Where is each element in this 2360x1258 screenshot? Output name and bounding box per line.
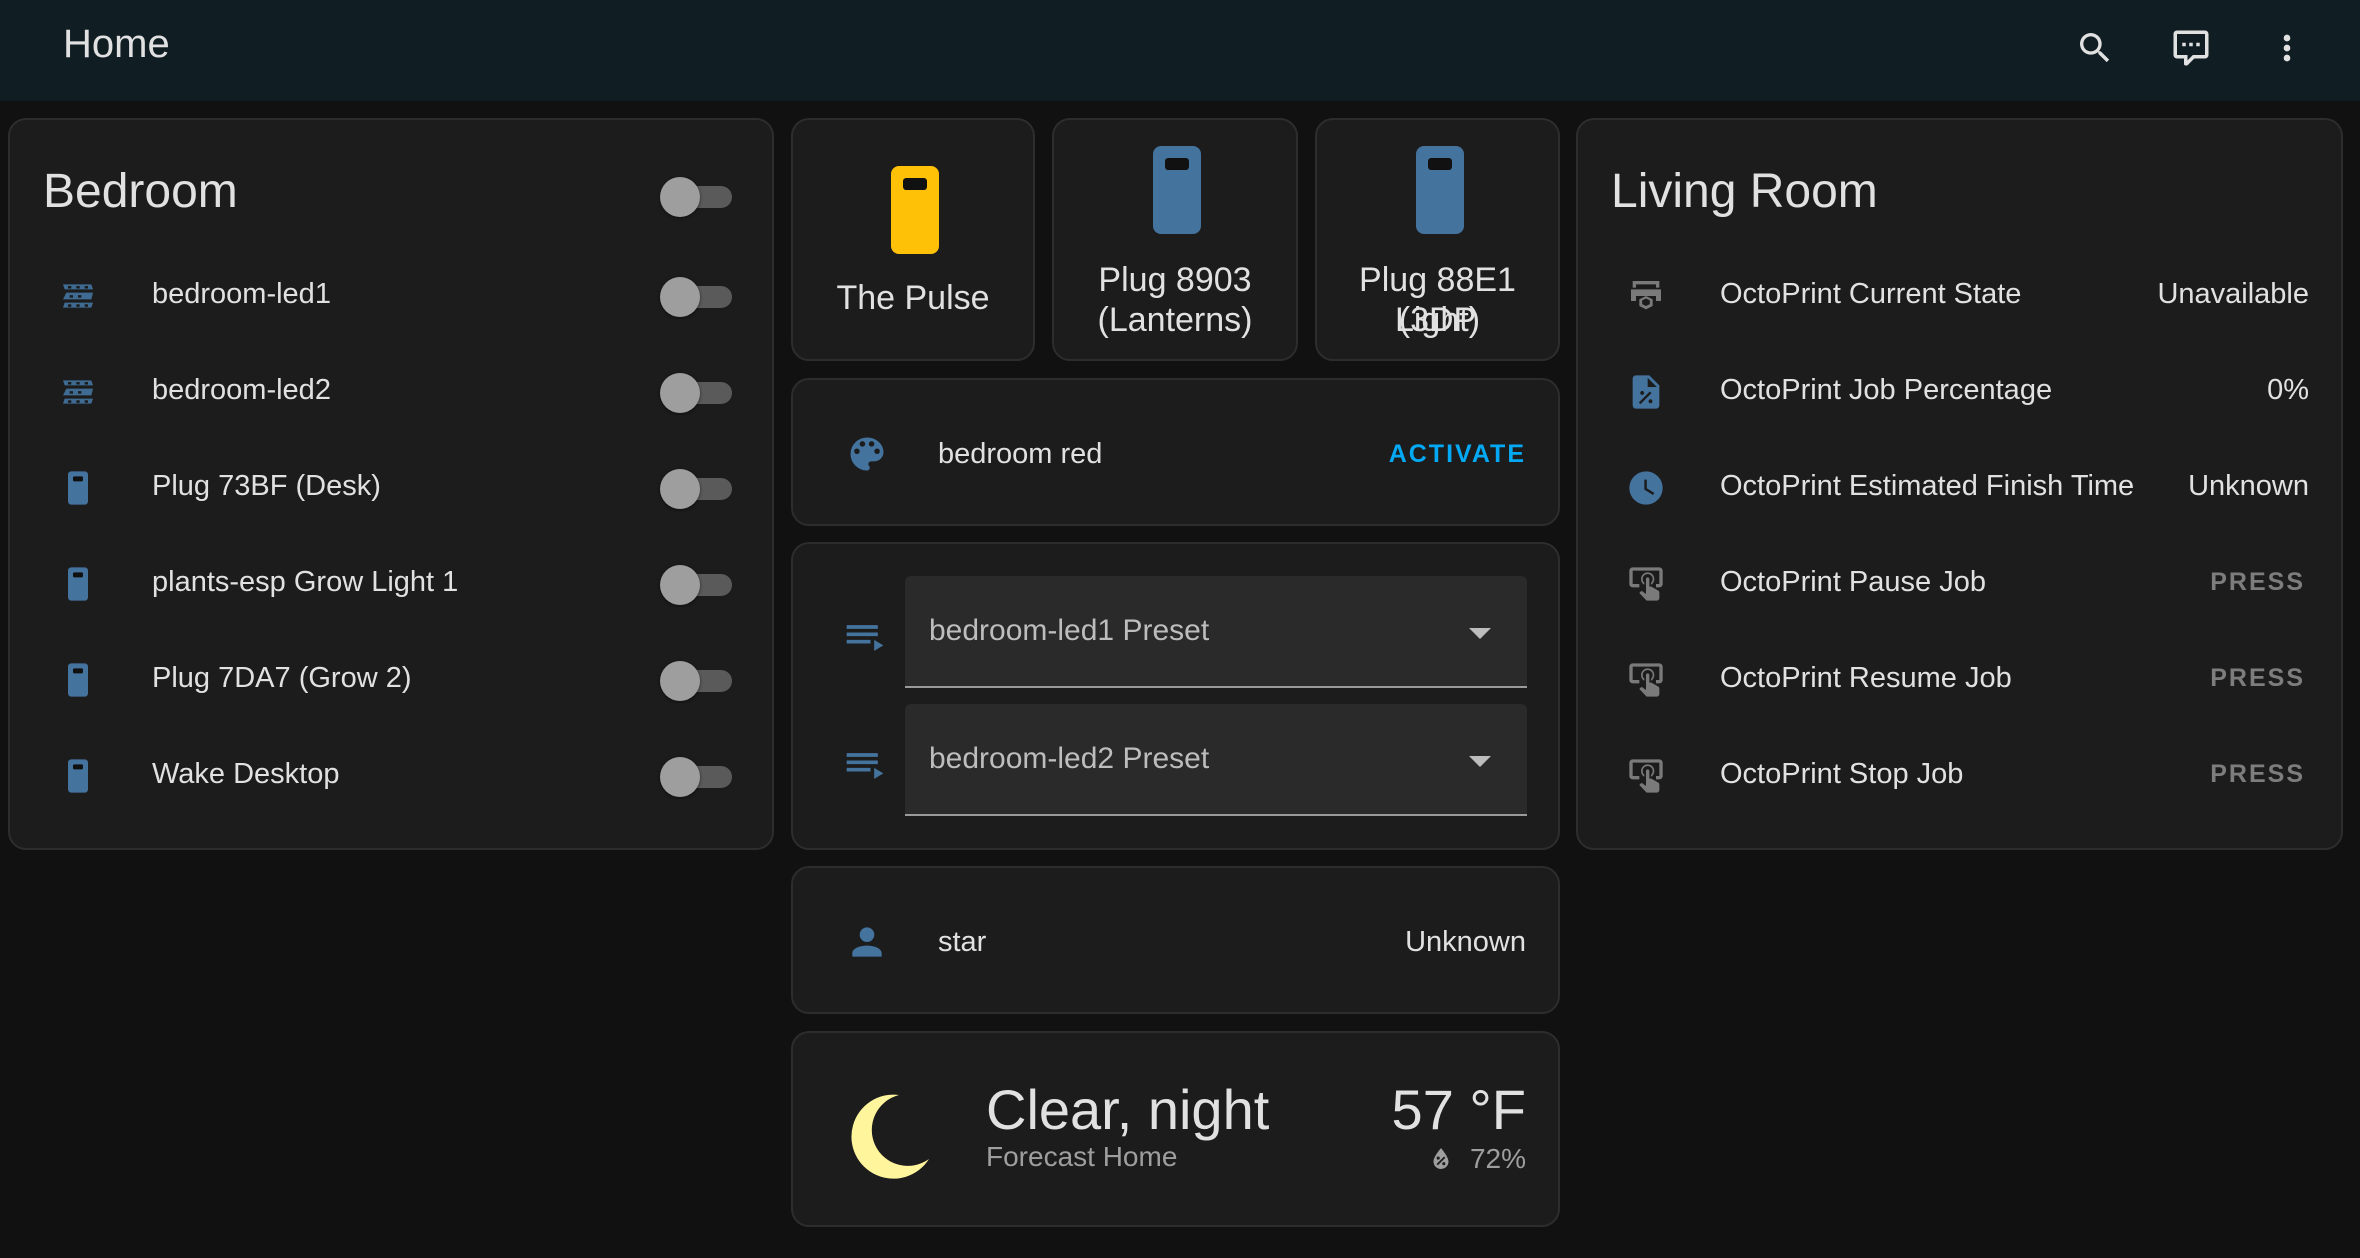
- entity-row[interactable]: OctoPrint Current State Unavailable: [1578, 248, 2341, 344]
- living-room-card: Living Room OctoPrint Current State Unav…: [1576, 118, 2343, 850]
- select-label: bedroom-led1 Preset: [929, 614, 1210, 647]
- entity-toggle[interactable]: [660, 756, 732, 797]
- weather-temperature: 57 °F: [1391, 1078, 1526, 1141]
- entity-row[interactable]: OctoPrint Resume Job PRESS: [1578, 632, 2341, 728]
- entity-label: Wake Desktop: [152, 758, 340, 790]
- weather-humidity: 72%: [1426, 1143, 1526, 1175]
- power-socket-icon: [879, 166, 951, 267]
- power-socket-icon: [58, 756, 98, 796]
- scene-label: bedroom red: [938, 438, 1103, 470]
- entity-value: Unavailable: [2157, 278, 2309, 310]
- press-button[interactable]: PRESS: [2210, 568, 2305, 597]
- person-card[interactable]: star Unknown: [791, 866, 1560, 1014]
- top-app-bar: Home: [0, 0, 2360, 101]
- press-button[interactable]: PRESS: [2210, 664, 2305, 693]
- bedroom-master-toggle[interactable]: [660, 176, 732, 217]
- activate-button[interactable]: ACTIVATE: [1389, 440, 1526, 469]
- press-button[interactable]: PRESS: [2210, 760, 2305, 789]
- tile-label: The Pulse: [836, 279, 990, 317]
- assist-chat-icon: [2173, 30, 2209, 66]
- entity-row[interactable]: OctoPrint Job Percentage 0%: [1578, 344, 2341, 440]
- entity-row[interactable]: bedroom-led2: [10, 344, 772, 440]
- bedroom-led1-preset-select[interactable]: bedroom-led1 Preset: [905, 576, 1527, 688]
- gesture-tap-button-icon: [1626, 564, 1666, 604]
- entity-row[interactable]: OctoPrint Pause Job PRESS: [1578, 536, 2341, 632]
- tile-plug-8903[interactable]: Plug 8903 (Lanterns): [1052, 118, 1298, 361]
- power-socket-icon: [58, 564, 98, 604]
- bedroom-card: Bedroom bedroom-led1 bedroom-led2 Plug 7…: [8, 118, 774, 850]
- overflow-menu-button[interactable]: [2259, 20, 2315, 76]
- entity-label: Plug 73BF (Desk): [152, 470, 381, 502]
- preset-selects-card: bedroom-led1 Preset bedroom-led2 Preset: [791, 542, 1560, 850]
- dropdown-arrow-icon: [1469, 756, 1491, 767]
- entity-label: bedroom-led2: [152, 374, 331, 406]
- search-icon: [2080, 33, 2110, 63]
- more-vert-icon: [2283, 34, 2291, 62]
- living-room-title: Living Room: [1611, 165, 1878, 218]
- weather-card[interactable]: Clear, night Forecast Home 57 °F 72%: [791, 1031, 1560, 1227]
- entity-label: OctoPrint Stop Job: [1720, 758, 1964, 790]
- power-socket-icon: [58, 660, 98, 700]
- person-state: Unknown: [1405, 926, 1526, 958]
- select-label: bedroom-led2 Preset: [929, 742, 1210, 775]
- palette-icon: [845, 432, 889, 481]
- bedroom-led2-preset-select[interactable]: bedroom-led2 Preset: [905, 704, 1527, 816]
- entity-label: Plug 7DA7 (Grow 2): [152, 662, 412, 694]
- dropdown-arrow-icon: [1469, 628, 1491, 639]
- entity-toggle[interactable]: [660, 564, 732, 605]
- entity-toggle[interactable]: [660, 468, 732, 509]
- entity-toggle[interactable]: [660, 660, 732, 701]
- account-icon: [845, 920, 889, 969]
- clock-icon: [1626, 468, 1666, 508]
- scene-card: bedroom red ACTIVATE: [791, 378, 1560, 526]
- tile-label-line1: Plug 8903: [1098, 261, 1252, 299]
- humidity-value: 72%: [1469, 1143, 1526, 1174]
- page-title: Home: [63, 22, 170, 66]
- entity-label: OctoPrint Pause Job: [1720, 566, 1986, 598]
- entity-row[interactable]: Wake Desktop: [10, 728, 772, 824]
- entity-label: plants-esp Grow Light 1: [152, 566, 459, 598]
- led-strip-icon: [58, 276, 98, 316]
- file-percent-icon: [1626, 372, 1666, 412]
- entity-row[interactable]: Plug 73BF (Desk): [10, 440, 772, 536]
- moon-icon: [837, 1083, 937, 1188]
- entity-label: OctoPrint Current State: [1720, 278, 2022, 310]
- tile-label-line2: Light): [1394, 301, 1481, 339]
- tile-plug-88e1[interactable]: Plug 88E1 (3DP Light): [1315, 118, 1560, 361]
- power-socket-icon: [1141, 146, 1213, 247]
- entity-row[interactable]: Plug 7DA7 (Grow 2): [10, 632, 772, 728]
- weather-condition: Clear, night: [986, 1078, 1270, 1141]
- led-strip-icon: [58, 372, 98, 412]
- tile-the-pulse[interactable]: The Pulse: [791, 118, 1035, 361]
- entity-row[interactable]: OctoPrint Estimated Finish Time Unknown: [1578, 440, 2341, 536]
- entity-label: OctoPrint Job Percentage: [1720, 374, 2053, 406]
- entity-label: bedroom-led1: [152, 278, 331, 310]
- assist-button[interactable]: [2163, 20, 2219, 76]
- power-socket-icon: [58, 468, 98, 508]
- weather-location: Forecast Home: [986, 1141, 1178, 1172]
- tile-label-line2: (Lanterns): [1097, 301, 1253, 339]
- gesture-tap-button-icon: [1626, 756, 1666, 796]
- entity-toggle[interactable]: [660, 276, 732, 317]
- bedroom-title: Bedroom: [43, 165, 238, 218]
- printer-3d-icon: [1626, 276, 1666, 316]
- entity-toggle[interactable]: [660, 372, 732, 413]
- playlist-play-icon: [843, 744, 887, 793]
- playlist-play-icon: [843, 616, 887, 665]
- entity-value: Unknown: [2188, 470, 2309, 502]
- entity-value: 0%: [2267, 374, 2309, 406]
- entity-row[interactable]: bedroom-led1: [10, 248, 772, 344]
- search-button[interactable]: [2067, 20, 2123, 76]
- entity-label: OctoPrint Estimated Finish Time: [1720, 470, 2135, 502]
- entity-row[interactable]: plants-esp Grow Light 1: [10, 536, 772, 632]
- entity-row[interactable]: OctoPrint Stop Job PRESS: [1578, 728, 2341, 824]
- gesture-tap-button-icon: [1626, 660, 1666, 700]
- power-socket-icon: [1404, 146, 1476, 247]
- humidity-icon: [1433, 1148, 1449, 1169]
- person-label: star: [938, 926, 987, 958]
- entity-label: OctoPrint Resume Job: [1720, 662, 2012, 694]
